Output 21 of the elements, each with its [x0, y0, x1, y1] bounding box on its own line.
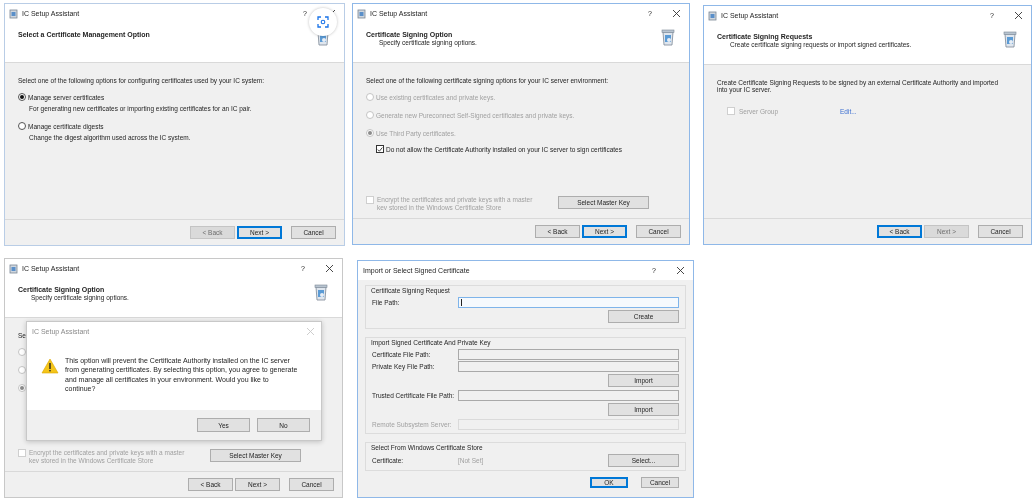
- input-field[interactable]: [458, 297, 679, 308]
- screen-capture-button[interactable]: [309, 8, 337, 36]
- bin-icon: [1003, 31, 1017, 48]
- radio-button[interactable]: [18, 122, 26, 130]
- input-field[interactable]: [458, 349, 679, 360]
- check-icon: [377, 145, 383, 153]
- input-field[interactable]: [458, 390, 679, 401]
- close-icon[interactable]: [676, 266, 685, 275]
- app-icon: [708, 10, 717, 21]
- capture-icon: [317, 16, 329, 28]
- close-icon[interactable]: [325, 264, 334, 273]
- input-field[interactable]: [458, 361, 679, 372]
- bin-icon: [661, 29, 675, 46]
- radio-button[interactable]: [18, 93, 26, 101]
- warning-icon: [41, 358, 59, 374]
- app-icon: [9, 263, 18, 274]
- app-icon: [357, 8, 366, 19]
- app-icon: [9, 8, 18, 19]
- close-icon[interactable]: [672, 9, 681, 18]
- bin-icon: [314, 284, 328, 301]
- close-icon[interactable]: [1014, 11, 1023, 20]
